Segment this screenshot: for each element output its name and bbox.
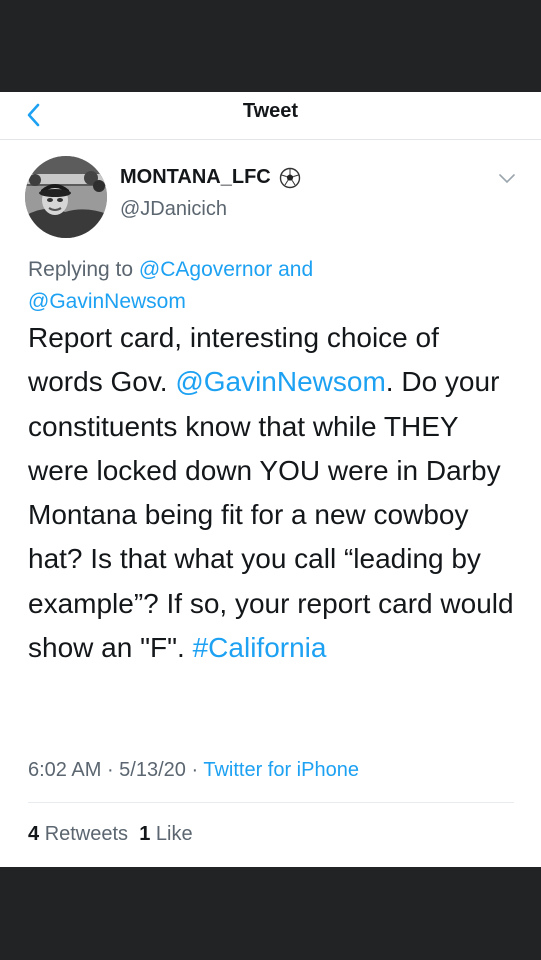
tweet-text-part2: . Do your constituents know that while T… — [28, 366, 514, 664]
tweet-date: 5/13/20 — [119, 759, 186, 781]
retweets-label: Retweets — [44, 823, 129, 845]
tweet-source[interactable]: Twitter for iPhone — [203, 759, 359, 781]
tweet-time: 6:02 AM — [28, 759, 102, 781]
tweet-screen: Tweet MONTANA_LFC @JDanicich Replying to… — [0, 92, 541, 867]
tweet-mention[interactable]: @GavinNewsom — [175, 366, 385, 397]
tweet-stats: 4 Retweets 1 Like — [28, 823, 193, 846]
tweet-hashtag[interactable]: #California — [193, 632, 327, 663]
divider — [28, 802, 514, 803]
retweets-count: 4 — [28, 823, 40, 845]
display-name-text: MONTANA_LFC — [120, 166, 271, 188]
soccer-ball-icon — [279, 167, 300, 188]
page-title: Tweet — [242, 100, 299, 122]
chevron-down-icon[interactable] — [497, 172, 517, 186]
tweet-text: Report card, interesting choice of words… — [28, 316, 518, 670]
likes-label: Like — [155, 823, 193, 845]
display-name[interactable]: MONTANA_LFC — [120, 166, 301, 189]
user-handle[interactable]: @JDanicich — [120, 198, 227, 221]
reply-and: and — [272, 258, 314, 281]
reply-context: Replying to @CAgovernor and @GavinNewsom — [28, 254, 518, 318]
nav-bar: Tweet — [0, 92, 541, 140]
reply-prefix: Replying to — [28, 258, 139, 281]
tweet-meta: 6:02 AM · 5/13/20 · Twitter for iPhone — [28, 759, 359, 781]
retweets-stat[interactable]: 4 Retweets — [28, 823, 128, 845]
reply-mention-cagovernor[interactable]: @CAgovernor — [139, 258, 272, 281]
likes-count: 1 — [139, 823, 151, 845]
likes-stat[interactable]: 1 Like — [139, 823, 192, 845]
avatar[interactable] — [25, 156, 107, 238]
reply-mention-gavinnewsom[interactable]: @GavinNewsom — [28, 290, 186, 313]
